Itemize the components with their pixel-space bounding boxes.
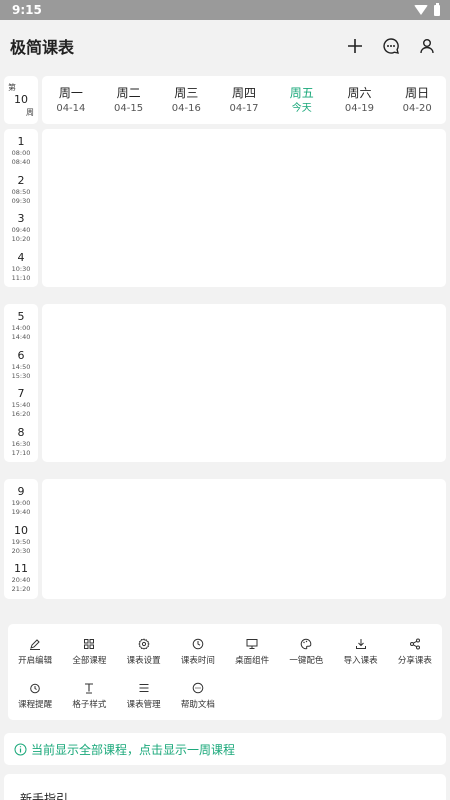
status-bar: 9:15 (0, 0, 450, 20)
download-icon (355, 639, 366, 649)
all-courses-button[interactable]: 全部课程 (62, 630, 116, 674)
pencil-icon (30, 639, 41, 650)
import-schedule-button[interactable]: 导入课表 (334, 630, 388, 674)
profile-button[interactable] (416, 35, 438, 57)
app-bar: 极简课表 (0, 20, 450, 72)
period-item: 4 10:30 11:10 (11, 250, 31, 282)
page-title: 极简课表 (10, 38, 75, 57)
list-icon (139, 684, 149, 692)
color-scheme-button[interactable]: 一键配色 (279, 630, 333, 674)
status-time: 9:15 (12, 3, 42, 17)
desktop-widget-button[interactable]: 桌面组件 (225, 630, 279, 674)
beginner-guide-card[interactable]: 新手指引 (4, 774, 446, 800)
alarm-icon (30, 683, 40, 694)
schedule-settings-button[interactable]: 课表设置 (117, 630, 171, 674)
course-reminder-button[interactable]: 课程提醒 (8, 674, 62, 718)
period-item: 10 19:50 20:30 (11, 523, 31, 555)
share-icon (409, 638, 420, 650)
day-wed: 周三 04-16 (171, 85, 201, 114)
day-header-row: 周一 04-14 周二 04-15 周三 04-16 周四 04-17 周五 今天 周六 0… (42, 76, 446, 124)
battery-icon (434, 2, 440, 16)
schedule-grid-evening[interactable] (42, 479, 446, 599)
monitor-icon (246, 639, 258, 649)
day-mon: 周一 04-14 (56, 85, 86, 114)
schedule-time-button[interactable]: 课表时间 (171, 630, 225, 674)
period-item: 5 14:00 14:40 (11, 310, 31, 341)
schedule-grid-afternoon[interactable] (42, 304, 446, 462)
plus-icon (348, 39, 362, 53)
notice-text: 当前显示全部课程，点击显示一周课程 (31, 742, 236, 757)
palette-icon (301, 638, 312, 650)
period-column-evening: 9 19:00 19:40 10 19:50 20:30 11 20:40 21:20 (4, 479, 38, 599)
week-prefix: 第 (8, 83, 16, 92)
period-item: 3 09:40 10:20 (11, 212, 31, 243)
status-icons (414, 2, 440, 16)
week-selector[interactable]: 第 10 周 (4, 76, 38, 124)
clock-icon (192, 638, 204, 650)
day-thu: 周四 04-17 (229, 85, 259, 114)
afternoon-block: 5 14:00 14:40 6 14:50 15:30 7 15:40 16:20 8 16:… (4, 304, 446, 462)
share-schedule-button[interactable]: 分享课表 (388, 630, 442, 674)
period-item: 6 14:50 15:30 (11, 348, 31, 380)
schedule-grid-morning[interactable] (42, 129, 446, 287)
day-sun: 周日 04-20 (402, 85, 432, 114)
guide-title: 新手指引 (20, 792, 69, 800)
text-style-icon (85, 683, 94, 694)
day-tue: 周二 04-15 (114, 85, 144, 114)
period-item: 1 08:00 08:40 (11, 135, 31, 166)
period-item: 2 08:50 09:30 (11, 173, 31, 205)
morning-block: 1 08:00 08:40 2 08:50 09:30 3 09:40 10:20 4 10:… (4, 129, 446, 287)
gear-icon (138, 638, 150, 650)
schedule-manage-button[interactable]: 课表管理 (117, 674, 171, 718)
user-icon (420, 39, 434, 54)
message-button[interactable] (380, 35, 402, 57)
day-fri-today: 周五 今天 (289, 85, 314, 114)
add-button[interactable] (344, 35, 366, 57)
evening-block: 9 19:00 19:40 10 19:50 20:30 11 20:40 21:20 (4, 479, 446, 599)
period-column-morning: 1 08:00 08:40 2 08:50 09:30 3 09:40 10:20 4 10:… (4, 129, 38, 287)
week-header: 第 10 周 周一 04-14 周二 04-15 周三 04-16 周四 04-17 周… (4, 76, 446, 124)
period-item: 8 16:30 17:10 (11, 425, 31, 457)
chat-bubble-icon (383, 38, 399, 54)
period-item: 7 15:40 16:20 (11, 387, 31, 418)
week-number: 10 (14, 93, 28, 106)
period-item: 11 20:40 21:20 (11, 562, 31, 593)
period-column-afternoon: 5 14:00 14:40 6 14:50 15:30 7 15:40 16:20 8 16:… (4, 304, 38, 462)
help-docs-button[interactable]: 帮助文档 (171, 674, 225, 718)
edit-mode-button[interactable]: 开启编辑 (8, 630, 62, 674)
grid-icon (84, 639, 95, 649)
action-toolbar: 开启编辑 全部课程 课表设置 课表时间 桌面组件 一键配色 导入课表 分享课表 … (8, 624, 442, 720)
help-chat-icon (192, 682, 204, 694)
wifi-icon (414, 5, 428, 15)
cell-style-button[interactable]: 格子样式 (62, 674, 116, 718)
show-week-notice[interactable]: 当前显示全部课程，点击显示一周课程 (4, 733, 446, 765)
week-suffix: 周 (26, 108, 34, 117)
info-icon (14, 743, 27, 755)
day-sat: 周六 04-19 (344, 85, 374, 114)
period-item: 9 19:00 19:40 (11, 485, 31, 516)
